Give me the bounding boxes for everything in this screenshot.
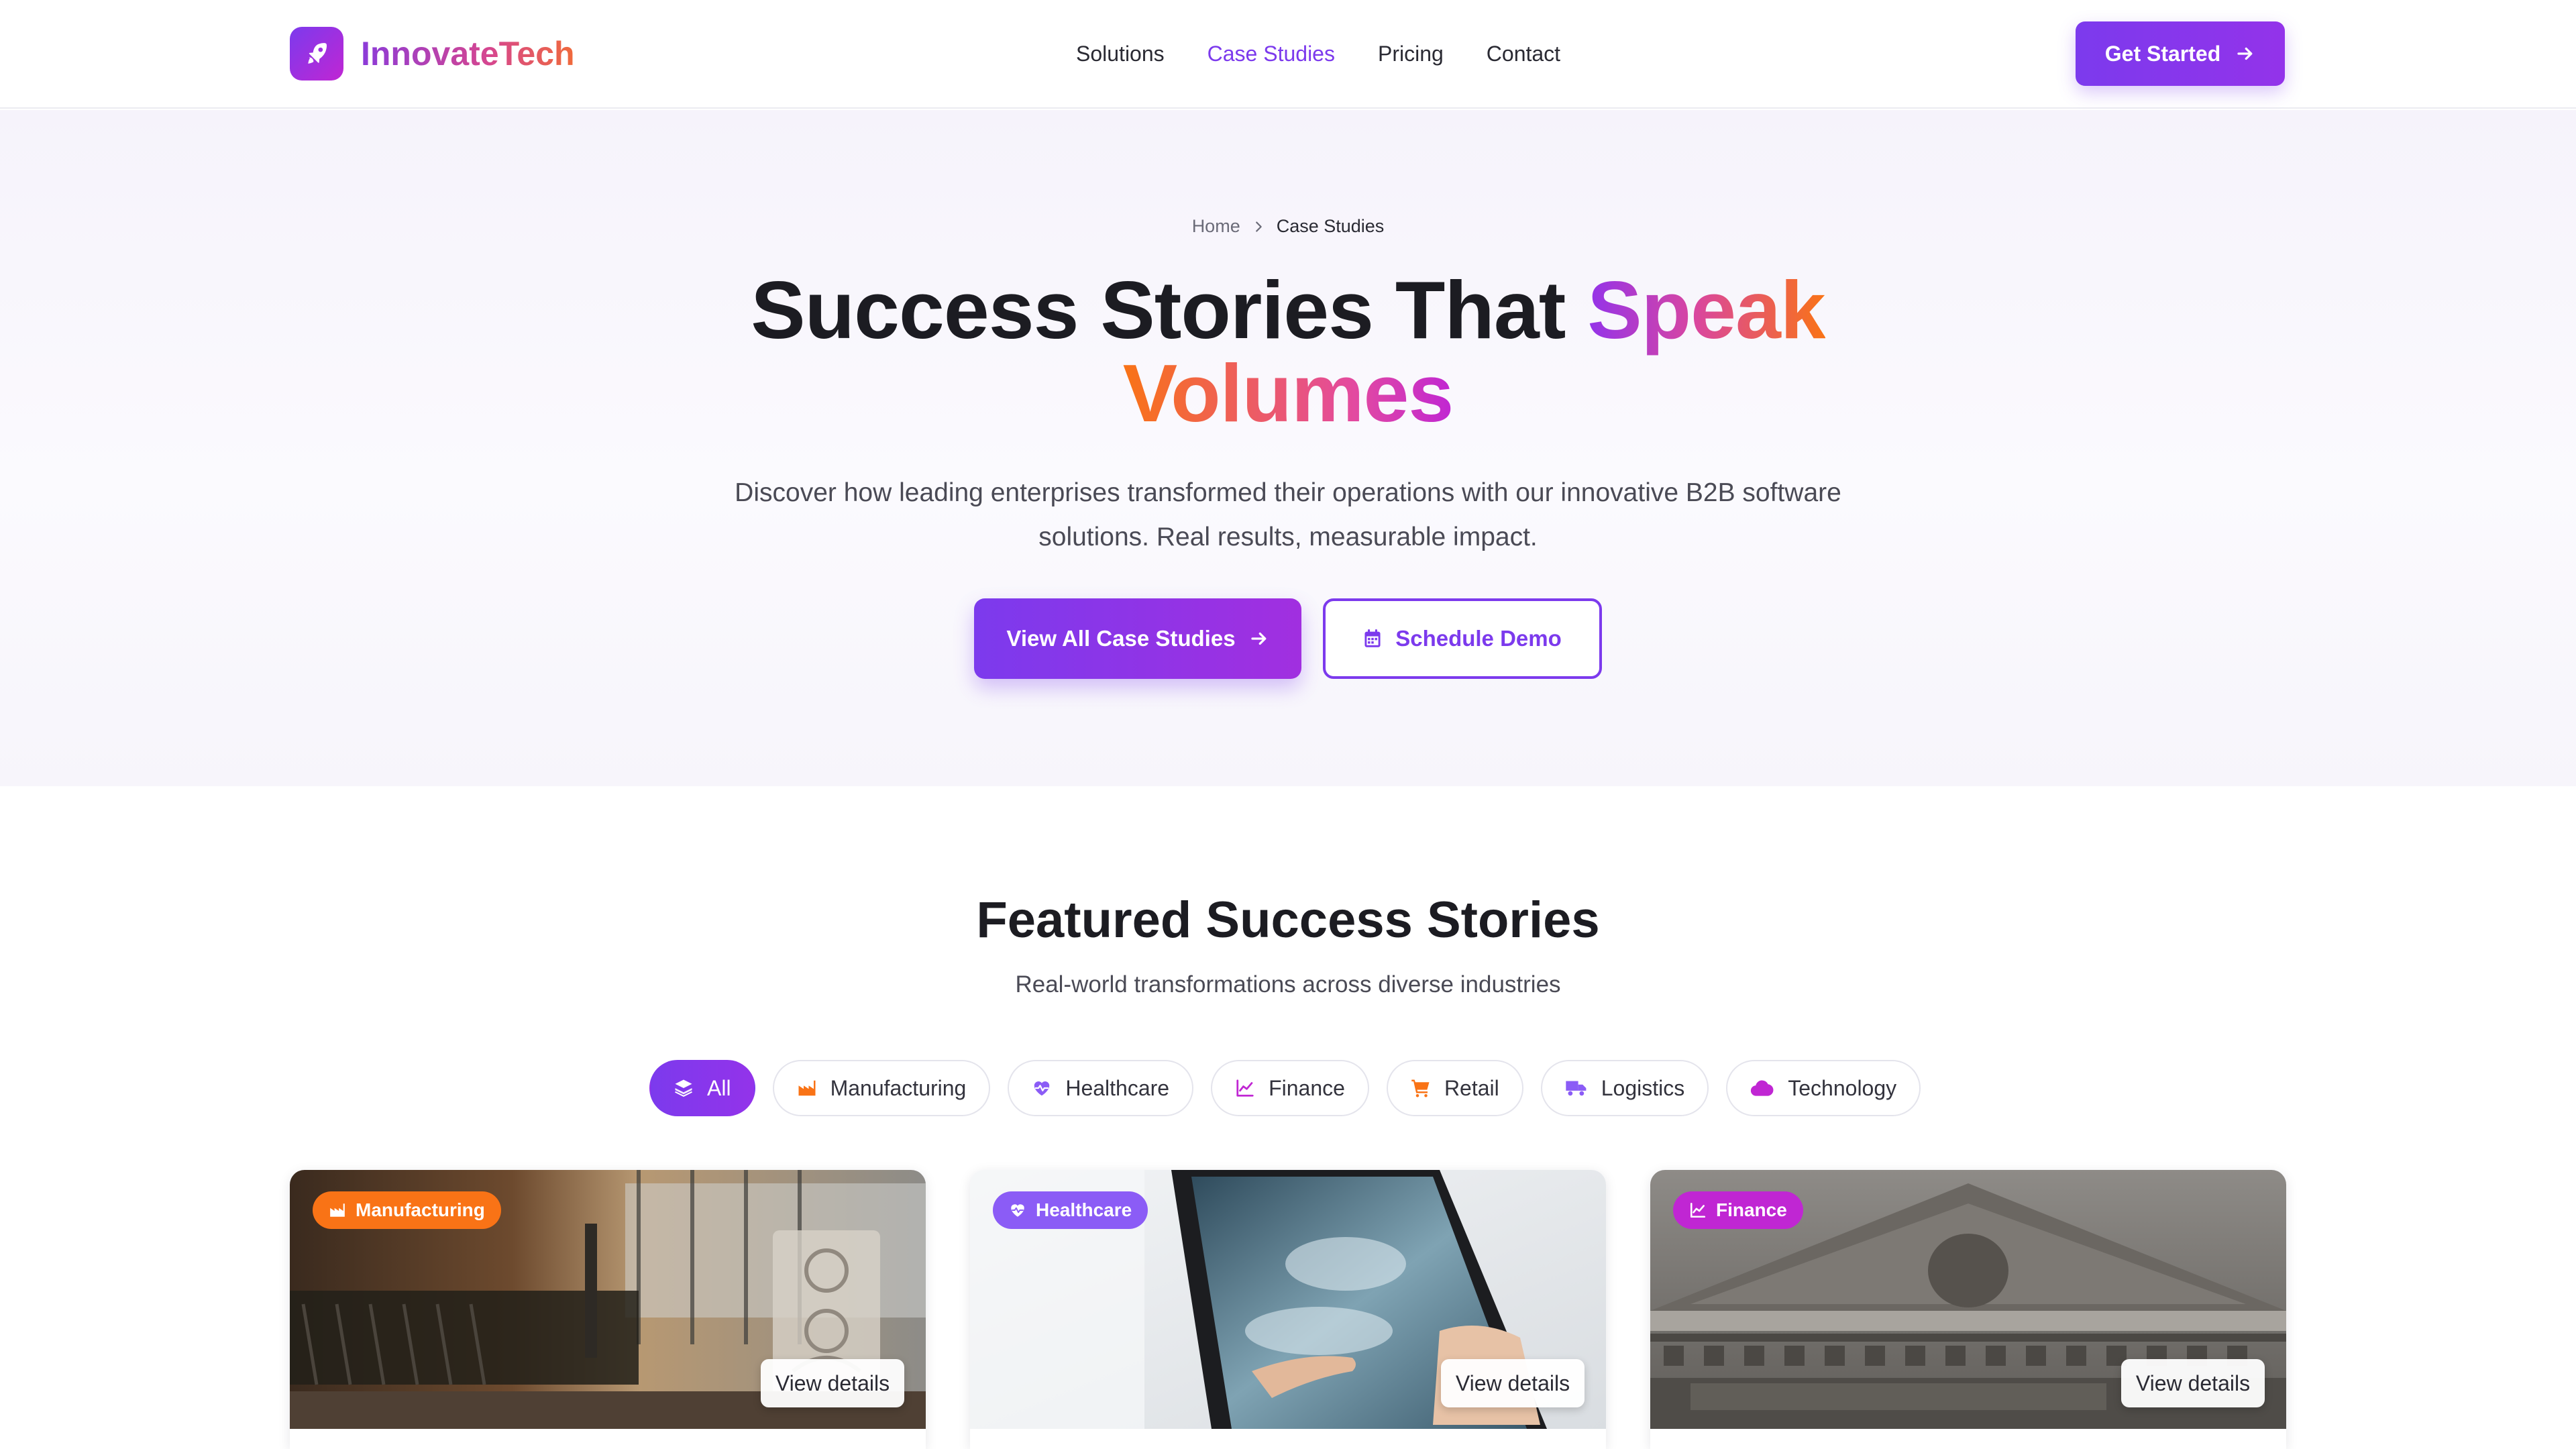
hero-title-plain: Success Stories That: [751, 264, 1588, 356]
chart-line-icon: [1689, 1201, 1707, 1219]
view-details-button[interactable]: View details: [2121, 1359, 2265, 1407]
case-study-cards: Manufacturing View details Healthcare Vi…: [290, 1170, 2286, 1449]
card-tag: Finance: [1673, 1191, 1803, 1229]
filter-manufacturing[interactable]: Manufacturing: [772, 1060, 991, 1116]
factory-icon: [797, 1078, 817, 1098]
get-started-button[interactable]: Get Started: [2076, 21, 2285, 86]
filter-healthcare-label: Healthcare: [1065, 1075, 1170, 1100]
filter-logistics-label: Logistics: [1601, 1075, 1685, 1100]
nav-pricing[interactable]: Pricing: [1378, 42, 1444, 66]
filter-logistics[interactable]: Logistics: [1540, 1060, 1709, 1116]
card-tag-label: Manufacturing: [356, 1199, 485, 1220]
card-body: [290, 1429, 926, 1449]
view-details-button[interactable]: View details: [1441, 1359, 1585, 1407]
breadcrumb-home[interactable]: Home: [1192, 216, 1240, 237]
view-all-case-studies-button[interactable]: View All Case Studies: [974, 598, 1301, 679]
filter-healthcare[interactable]: Healthcare: [1008, 1060, 1194, 1116]
filter-retail-label: Retail: [1444, 1075, 1499, 1100]
rocket-icon: [290, 27, 343, 80]
factory-icon: [329, 1201, 346, 1219]
nav-solutions[interactable]: Solutions: [1076, 42, 1165, 66]
filter-all-label: All: [707, 1075, 731, 1100]
schedule-demo-button[interactable]: Schedule Demo: [1323, 598, 1602, 679]
brand-name: InnovateTech: [361, 35, 575, 72]
breadcrumb: Home Case Studies: [0, 216, 2576, 237]
heart-pulse-icon: [1009, 1201, 1026, 1219]
filter-manufacturing-label: Manufacturing: [830, 1075, 967, 1100]
chevron-right-icon: [1251, 219, 1266, 234]
hero-section: Home Case Studies Success Stories That S…: [0, 110, 2576, 786]
featured-subtitle: Real-world transformations across divers…: [1015, 971, 1561, 998]
layers-icon: [674, 1078, 694, 1098]
card-tag-label: Finance: [1716, 1199, 1787, 1220]
case-card-finance[interactable]: Finance View details: [1650, 1170, 2286, 1449]
shopping-cart-icon: [1411, 1078, 1431, 1098]
view-details-button[interactable]: View details: [761, 1359, 904, 1407]
brand-logo[interactable]: InnovateTech: [290, 27, 575, 80]
main-nav: Solutions Case Studies Pricing Contact: [1076, 38, 1603, 70]
filter-finance-label: Finance: [1269, 1075, 1345, 1100]
calendar-icon: [1363, 629, 1382, 649]
hero-title-accent-1: Speak: [1587, 264, 1825, 356]
heart-pulse-icon: [1032, 1078, 1052, 1098]
card-body: [970, 1429, 1606, 1449]
site-header: InnovateTech Solutions Case Studies Pric…: [0, 0, 2576, 109]
case-card-healthcare[interactable]: Healthcare View details: [970, 1170, 1606, 1449]
case-card-manufacturing[interactable]: Manufacturing View details: [290, 1170, 926, 1449]
chart-line-icon: [1235, 1078, 1255, 1098]
card-tag: Healthcare: [993, 1191, 1148, 1229]
arrow-right-icon: [1249, 629, 1269, 649]
truck-icon: [1565, 1078, 1588, 1098]
card-body: [1650, 1429, 2286, 1449]
filter-finance[interactable]: Finance: [1211, 1060, 1369, 1116]
featured-title: Featured Success Stories: [976, 892, 1600, 949]
breadcrumb-current: Case Studies: [1276, 216, 1385, 236]
filter-retail[interactable]: Retail: [1386, 1060, 1523, 1116]
view-all-label: View All Case Studies: [1006, 626, 1236, 651]
hero-subtitle: Discover how leading enterprises transfo…: [735, 478, 1841, 551]
hero-title: Success Stories That Speak Volumes: [0, 268, 2576, 435]
card-tag-label: Healthcare: [1036, 1199, 1132, 1220]
card-tag: Manufacturing: [313, 1191, 501, 1229]
get-started-label: Get Started: [2104, 41, 2221, 66]
hero-title-accent-2: Volumes: [1122, 347, 1454, 439]
schedule-demo-label: Schedule Demo: [1395, 626, 1562, 651]
filter-all[interactable]: All: [649, 1060, 755, 1116]
nav-case-studies[interactable]: Case Studies: [1208, 42, 1335, 66]
industry-filters: All Manufacturing Healthcare Finance Ret…: [649, 1060, 1938, 1116]
arrow-right-icon: [2235, 44, 2255, 64]
nav-contact[interactable]: Contact: [1487, 42, 1560, 66]
filter-technology[interactable]: Technology: [1726, 1060, 1921, 1116]
filter-technology-label: Technology: [1788, 1075, 1897, 1100]
cloud-icon: [1750, 1078, 1774, 1098]
